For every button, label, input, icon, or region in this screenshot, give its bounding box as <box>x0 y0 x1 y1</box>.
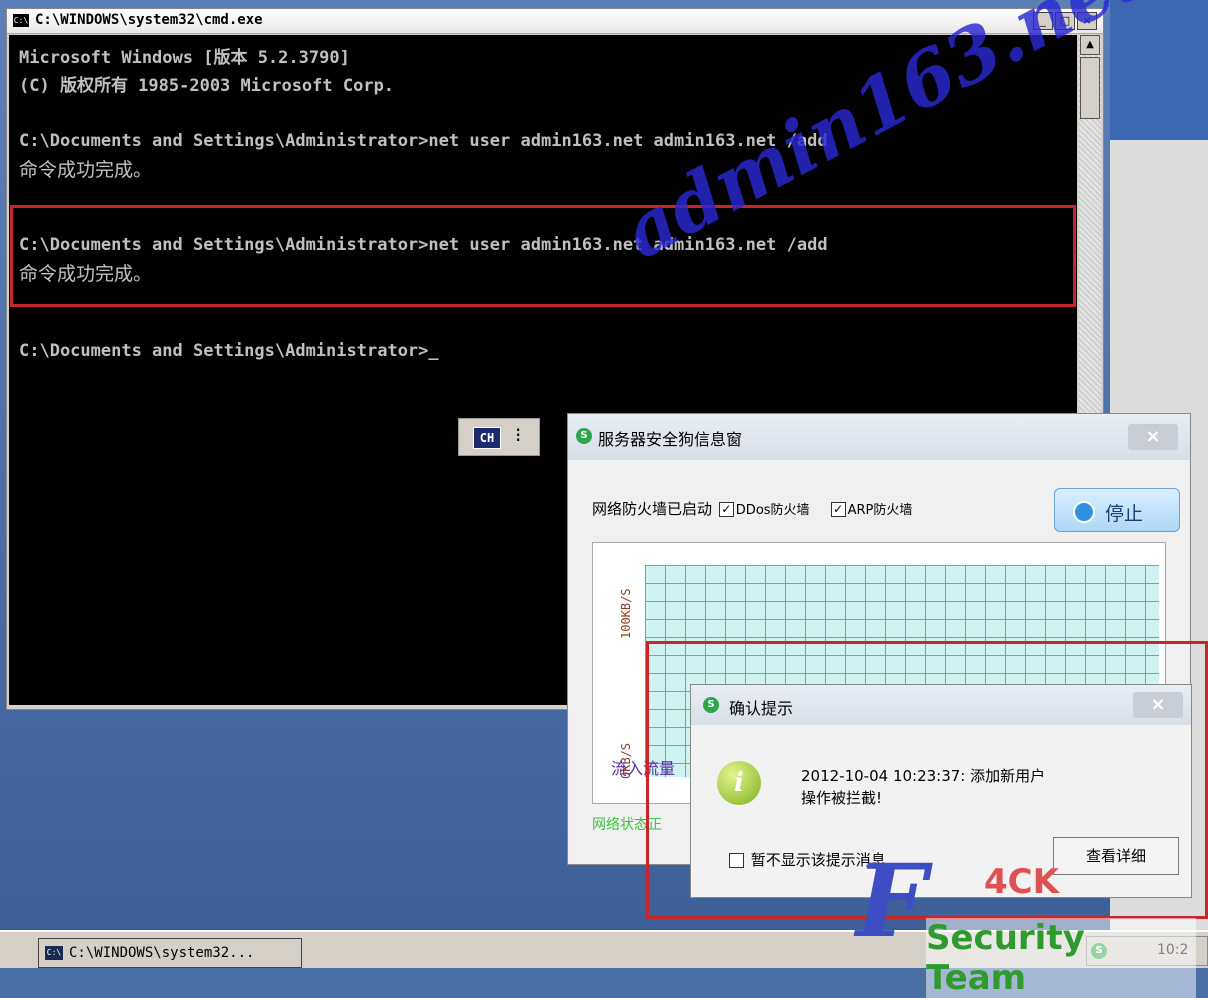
ime-indicator[interactable]: CH <box>473 427 501 449</box>
scroll-thumb[interactable] <box>1080 57 1100 119</box>
highlight-box-command <box>10 205 1076 307</box>
arp-label: ARP防火墙 <box>847 503 913 518</box>
logo-text-bottom: Security Team <box>926 918 1196 998</box>
firewall-status: 网络防火墙已启动 <box>592 500 713 518</box>
stop-label: 停止 <box>1105 503 1144 525</box>
ime-handle-icon[interactable]: ⁝ <box>515 423 521 447</box>
stop-button[interactable]: 停止 <box>1054 488 1180 532</box>
console-line: Microsoft Windows [版本 5.2.3790] <box>19 48 350 68</box>
cmd-title: C:\WINDOWS\system32\cmd.exe <box>35 12 263 28</box>
logo-text-top: 4CK <box>984 862 1059 902</box>
logo-letter: F <box>856 842 927 960</box>
cmd-icon: C:\ <box>13 14 29 27</box>
team-logo: F 4CK Security Team <box>856 842 1196 998</box>
security-title: 服务器安全狗信息窗 <box>598 430 743 449</box>
cmd-icon: C:\ <box>45 946 63 960</box>
console-prompt: C:\Documents and Settings\Administrator>… <box>19 341 439 361</box>
taskbar-button-cmd[interactable]: C:\ C:\WINDOWS\system32... <box>38 938 302 968</box>
ime-toolbar[interactable]: CH ⁝ <box>458 418 540 456</box>
graph-label-top: 100KB/S <box>619 588 633 639</box>
console-line: 命令成功完成。 <box>19 159 153 181</box>
console-line: (C) 版权所有 1985-2003 Microsoft Corp. <box>19 76 395 96</box>
security-title-bar[interactable]: S 服务器安全狗信息窗 × <box>568 414 1190 460</box>
stop-icon <box>1073 501 1095 523</box>
firewall-status-row: 网络防火墙已启动 ✓ DDos防火墙 ✓ ARP防火墙 <box>592 498 912 519</box>
ddos-checkbox[interactable]: ✓ <box>718 502 734 517</box>
security-close-button[interactable]: × <box>1128 424 1178 450</box>
taskbar-button-label: C:\WINDOWS\system32... <box>69 945 255 961</box>
safedog-icon: S <box>576 428 592 444</box>
ddos-label: DDos防火墙 <box>735 503 810 518</box>
arp-checkbox[interactable]: ✓ <box>830 502 846 517</box>
